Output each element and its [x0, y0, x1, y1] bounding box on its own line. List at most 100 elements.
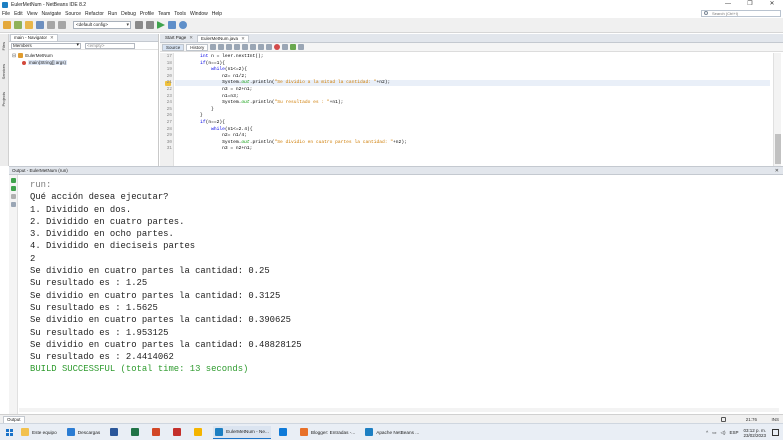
find-icon[interactable]: [226, 44, 233, 50]
taskbar-item[interactable]: [150, 426, 165, 439]
chevron-up-icon[interactable]: ^: [706, 430, 708, 435]
code-line[interactable]: }: [178, 113, 203, 118]
forward-icon[interactable]: [218, 44, 225, 50]
new-project-icon[interactable]: [3, 21, 11, 29]
menu-navigate[interactable]: Navigate: [41, 11, 61, 17]
side-tab-projects[interactable]: Projects: [1, 92, 6, 106]
taskbar-item[interactable]: Apache NetBeans ...: [363, 426, 421, 439]
code-line[interactable]: n1=n3;: [178, 94, 239, 99]
editor-scroll-thumb[interactable]: [775, 134, 781, 164]
clock[interactable]: 03:12 p. m. 23/02/2023: [743, 428, 766, 438]
search-input[interactable]: Search (Ctrl+I): [701, 10, 781, 17]
taskbar-item[interactable]: Blogger: Entradas -...: [298, 426, 357, 439]
find-previous-icon[interactable]: [234, 44, 241, 50]
redo-icon[interactable]: [58, 21, 66, 29]
tab-eulermetnum-java[interactable]: EulerMetNum.java ✕: [197, 35, 249, 42]
rerun-icon[interactable]: [11, 178, 16, 183]
code-line[interactable]: if(n==2){: [178, 120, 225, 125]
code-line[interactable]: }: [178, 107, 214, 112]
stop-icon[interactable]: [11, 194, 16, 199]
volume-icon[interactable]: ◁): [720, 430, 725, 436]
side-tab-services[interactable]: Services: [1, 64, 6, 79]
output-horizontal-scrollbar[interactable]: [19, 408, 779, 412]
save-all-icon[interactable]: [36, 21, 44, 29]
code-line[interactable]: n2= n1/4;: [178, 133, 247, 138]
close-icon[interactable]: ✕: [189, 35, 193, 40]
code-line[interactable]: System.out.println("Su resultado es : "+…: [178, 100, 343, 105]
back-icon[interactable]: [210, 44, 217, 50]
find-next-icon[interactable]: [242, 44, 249, 50]
taskbar-item[interactable]: [108, 426, 123, 439]
rerun-with-params-icon[interactable]: [11, 186, 16, 191]
tree-node-class[interactable]: ⊟ EulerMetNum: [12, 52, 155, 59]
menu-refactor[interactable]: Refactor: [85, 11, 104, 17]
code-line[interactable]: if(n==1){: [178, 61, 225, 66]
shift-left-icon[interactable]: [258, 44, 265, 50]
tab-navigator[interactable]: main - Navigator ✕: [10, 34, 58, 41]
code-line[interactable]: n2= n1/2;: [178, 74, 247, 79]
clean-build-icon[interactable]: [146, 21, 154, 29]
notifications-icon[interactable]: [721, 417, 726, 422]
toggle-highlight-icon[interactable]: [250, 44, 257, 50]
menu-debug[interactable]: Debug: [121, 11, 136, 17]
side-tab-files[interactable]: Files: [1, 42, 6, 50]
menu-profile[interactable]: Profile: [140, 11, 154, 17]
debug-icon[interactable]: [168, 21, 176, 29]
action-center-icon[interactable]: [772, 429, 779, 436]
comment-icon[interactable]: [290, 44, 297, 50]
collapse-icon[interactable]: ⊟: [12, 53, 16, 59]
macro-stop-icon[interactable]: [282, 44, 289, 50]
menu-edit[interactable]: Edit: [14, 11, 23, 17]
code-line[interactable]: System.out.println("Se dividio a la mita…: [178, 80, 390, 85]
taskbar-item[interactable]: [129, 426, 144, 439]
close-button[interactable]: ✕: [761, 0, 783, 9]
undo-icon[interactable]: [47, 21, 55, 29]
code-line[interactable]: int n = leer.nextInt();: [178, 54, 263, 59]
close-icon[interactable]: ✕: [50, 35, 54, 40]
taskbar-item[interactable]: Descargas: [65, 426, 102, 439]
taskbar-item[interactable]: [277, 426, 292, 439]
code-line[interactable]: n3 = n2+n1;: [178, 146, 252, 151]
profile-icon[interactable]: [179, 21, 187, 29]
macro-record-icon[interactable]: [274, 44, 281, 50]
shift-right-icon[interactable]: [266, 44, 273, 50]
taskbar-item[interactable]: [192, 426, 207, 439]
uncomment-icon[interactable]: [298, 44, 305, 50]
menu-file[interactable]: File: [2, 11, 10, 17]
members-select[interactable]: Members: [11, 42, 81, 49]
taskbar-item[interactable]: [171, 426, 186, 439]
tree-node-method[interactable]: main(String[] args): [12, 59, 155, 66]
build-icon[interactable]: [135, 21, 143, 29]
maximize-button[interactable]: ❐: [739, 0, 761, 9]
code-line[interactable]: n3 = n2+n1;: [178, 87, 252, 92]
minimize-button[interactable]: —: [717, 0, 739, 9]
menu-team[interactable]: Team: [158, 11, 170, 17]
menu-tools[interactable]: Tools: [174, 11, 186, 17]
config-select[interactable]: <default config>: [73, 21, 131, 29]
open-project-icon[interactable]: [25, 21, 33, 29]
network-icon[interactable]: ▭: [712, 430, 716, 436]
filter-select[interactable]: <empty>: [85, 42, 135, 49]
menu-window[interactable]: Window: [190, 11, 208, 17]
menu-view[interactable]: View: [27, 11, 38, 17]
windows-start-icon[interactable]: [6, 428, 13, 436]
run-icon[interactable]: [157, 21, 165, 29]
close-icon[interactable]: ✕: [241, 36, 245, 41]
new-file-icon[interactable]: [14, 21, 22, 29]
code-line[interactable]: while(n1<=2){: [178, 67, 247, 72]
menu-run[interactable]: Run: [108, 11, 117, 17]
output-console[interactable]: run: Qué acción desea ejecutar? 1. Dividid…: [30, 179, 302, 376]
code-line[interactable]: System.out.println("Se dividio en cuatro…: [178, 140, 407, 145]
output-settings-icon[interactable]: [11, 202, 16, 207]
code-line[interactable]: while(n1<=2.4){: [178, 127, 252, 132]
tab-start-page[interactable]: Start Page ✕: [162, 35, 196, 42]
code-area[interactable]: 17 int n = leer.nextInt(); 18 if(n==1){19…: [160, 53, 770, 166]
taskbar-item[interactable]: EulerMetNum - Ne...: [213, 425, 271, 439]
language-indicator[interactable]: ESP: [729, 430, 738, 435]
close-icon[interactable]: ✕: [775, 167, 779, 175]
history-button[interactable]: History: [186, 43, 209, 51]
menu-source[interactable]: Source: [65, 11, 81, 17]
menu-help[interactable]: Help: [212, 11, 222, 17]
source-button[interactable]: Source: [162, 43, 185, 51]
taskbar-item[interactable]: Este equipo: [19, 426, 59, 439]
